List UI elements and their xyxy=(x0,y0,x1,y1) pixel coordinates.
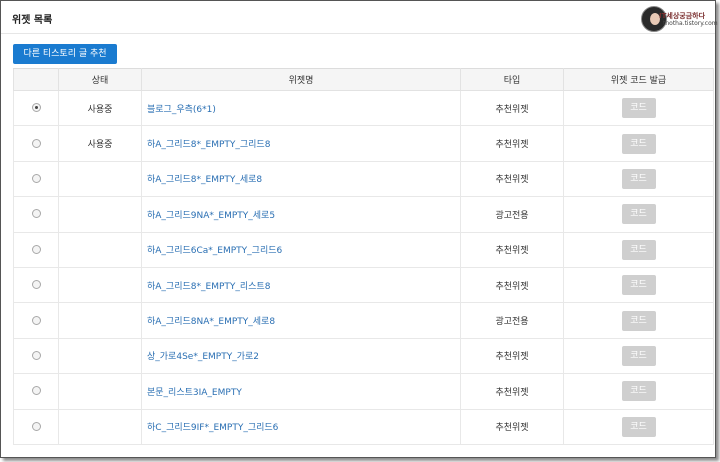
status-cell xyxy=(58,337,142,375)
status-cell: 사용중 xyxy=(58,125,142,162)
status-cell xyxy=(58,373,142,410)
table-row: 하A_그리드8*_EMPTY_세로8 추천위젯 코드 xyxy=(13,160,714,198)
code-cell: 코드 xyxy=(563,373,714,410)
code-cell: 코드 xyxy=(563,302,714,339)
widget-name-link[interactable]: 상_가로4Se*_EMPTY_가로2 xyxy=(141,337,461,375)
select-cell xyxy=(13,266,59,304)
code-cell: 코드 xyxy=(563,125,714,162)
widget-select-radio[interactable] xyxy=(31,244,41,254)
type-cell: 추천위젯 xyxy=(460,408,564,445)
widget-name-link[interactable]: 하A_그리드9NA*_EMPTY_세로5 xyxy=(141,196,461,233)
code-cell: 코드 xyxy=(563,231,714,268)
code-cell: 코드 xyxy=(563,89,714,127)
code-issue-button[interactable]: 코드 xyxy=(621,416,656,437)
status-cell xyxy=(58,196,142,233)
watermark: IT세상궁금하다 tnotha.tistory.com xyxy=(641,6,718,36)
widget-table: 상태 위젯명 타입 위젯 코드 발급 사용중 블로그_우측(6*1) 추천위젯 코드 사… xyxy=(13,68,714,445)
select-cell xyxy=(13,89,59,127)
type-cell: 추천위젯 xyxy=(460,89,564,127)
code-cell: 코드 xyxy=(563,196,714,233)
type-cell: 광고전용 xyxy=(460,196,564,233)
widget-select-radio[interactable] xyxy=(31,103,41,113)
select-cell xyxy=(13,373,59,410)
widget-name-link[interactable]: 하A_그리드8*_EMPTY_그리드8 xyxy=(141,125,461,162)
widget-list-window: 위젯 목록 IT세상궁금하다 tnotha.tistory.com 다른 티스토… xyxy=(0,0,718,458)
column-header-code-issue: 위젯 코드 발급 xyxy=(563,68,714,91)
column-header-select xyxy=(13,68,59,91)
type-cell: 광고전용 xyxy=(460,302,564,339)
table-row: 상_가로4Se*_EMPTY_가로2 추천위젯 코드 xyxy=(13,337,714,375)
widget-select-radio[interactable] xyxy=(31,315,41,325)
code-issue-button[interactable]: 코드 xyxy=(621,133,656,154)
code-issue-button[interactable]: 코드 xyxy=(621,98,656,119)
select-cell xyxy=(13,125,59,162)
select-cell xyxy=(13,160,59,198)
code-cell: 코드 xyxy=(563,266,714,304)
widget-select-radio[interactable] xyxy=(31,280,41,290)
status-cell xyxy=(58,408,142,445)
code-issue-button[interactable]: 코드 xyxy=(621,381,656,402)
widget-name-link[interactable]: 본문_리스트3IA_EMPTY xyxy=(141,373,461,410)
widget-select-radio[interactable] xyxy=(31,350,41,360)
type-cell: 추천위젯 xyxy=(460,337,564,375)
widget-select-radio[interactable] xyxy=(31,209,41,219)
type-cell: 추천위젯 xyxy=(460,160,564,198)
widget-select-radio[interactable] xyxy=(31,138,41,148)
table-row: 하C_그리드9IF*_EMPTY_그리드6 추천위젯 코드 xyxy=(13,408,714,445)
column-header-widget-name: 위젯명 xyxy=(141,68,461,91)
code-issue-button[interactable]: 코드 xyxy=(621,239,656,260)
status-cell xyxy=(58,231,142,268)
table-row: 하A_그리드8NA*_EMPTY_세로8 광고전용 코드 xyxy=(13,302,714,339)
table-row: 사용중 하A_그리드8*_EMPTY_그리드8 추천위젯 코드 xyxy=(13,125,714,162)
widget-select-radio[interactable] xyxy=(31,173,41,183)
type-cell: 추천위젯 xyxy=(460,373,564,410)
select-cell xyxy=(13,408,59,445)
status-cell: 사용중 xyxy=(58,89,142,127)
code-issue-button[interactable]: 코드 xyxy=(621,310,656,331)
table-row: 하A_그리드8*_EMPTY_리스트8 추천위젯 코드 xyxy=(13,266,714,304)
page-header: 위젯 목록 IT세상궁금하다 tnotha.tistory.com xyxy=(1,1,718,36)
watermark-url: tnotha.tistory.com xyxy=(663,20,718,27)
code-issue-button[interactable]: 코드 xyxy=(621,168,656,189)
recommend-other-posts-button[interactable]: 다른 티스토리 글 추천 xyxy=(13,44,117,64)
widget-table-body: 사용중 블로그_우측(6*1) 추천위젯 코드 사용중 하A_그리드8*_EMPTY_그리… xyxy=(13,89,714,445)
select-cell xyxy=(13,231,59,268)
code-cell: 코드 xyxy=(563,408,714,445)
status-cell xyxy=(58,302,142,339)
table-row: 사용중 블로그_우측(6*1) 추천위젯 코드 xyxy=(13,89,714,127)
column-header-type: 타입 xyxy=(460,68,564,91)
type-cell: 추천위젯 xyxy=(460,125,564,162)
code-cell: 코드 xyxy=(563,337,714,375)
code-cell: 코드 xyxy=(563,160,714,198)
table-row: 본문_리스트3IA_EMPTY 추천위젯 코드 xyxy=(13,373,714,410)
widget-name-link[interactable]: 하A_그리드6Ca*_EMPTY_그리드6 xyxy=(141,231,461,268)
table-row: 하A_그리드9NA*_EMPTY_세로5 광고전용 코드 xyxy=(13,196,714,233)
select-cell xyxy=(13,196,59,233)
widget-name-link[interactable]: 하A_그리드8*_EMPTY_세로8 xyxy=(141,160,461,198)
widget-name-link[interactable]: 하A_그리드8*_EMPTY_리스트8 xyxy=(141,266,461,304)
select-cell xyxy=(13,337,59,375)
widget-name-link[interactable]: 블로그_우측(6*1) xyxy=(141,89,461,127)
table-header-row: 상태 위젯명 타입 위젯 코드 발급 xyxy=(13,68,714,91)
widget-name-link[interactable]: 하C_그리드9IF*_EMPTY_그리드6 xyxy=(141,408,461,445)
code-issue-button[interactable]: 코드 xyxy=(621,204,656,225)
widget-select-radio[interactable] xyxy=(31,386,41,396)
code-issue-button[interactable]: 코드 xyxy=(621,345,656,366)
table-row: 하A_그리드6Ca*_EMPTY_그리드6 추천위젯 코드 xyxy=(13,231,714,268)
column-header-status: 상태 xyxy=(58,68,142,91)
status-cell xyxy=(58,266,142,304)
widget-select-radio[interactable] xyxy=(31,421,41,431)
type-cell: 추천위젯 xyxy=(460,231,564,268)
widget-name-link[interactable]: 하A_그리드8NA*_EMPTY_세로8 xyxy=(141,302,461,339)
select-cell xyxy=(13,302,59,339)
type-cell: 추천위젯 xyxy=(460,266,564,304)
code-issue-button[interactable]: 코드 xyxy=(621,275,656,296)
status-cell xyxy=(58,160,142,198)
page-title: 위젯 목록 xyxy=(12,15,53,26)
